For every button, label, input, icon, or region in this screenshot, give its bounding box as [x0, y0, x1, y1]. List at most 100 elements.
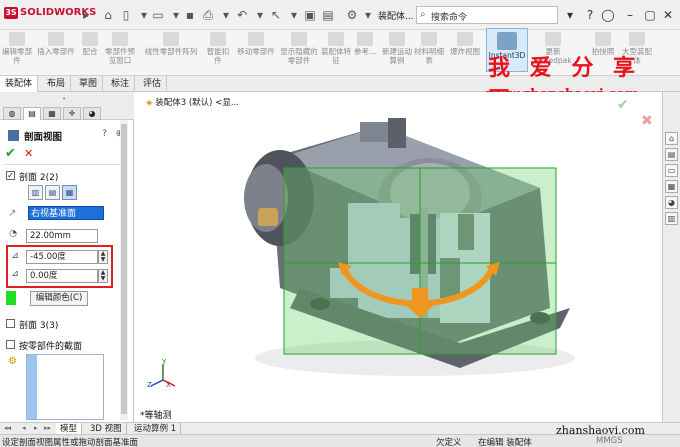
panel-scrollbar[interactable]: [120, 120, 128, 420]
angle-y-spinner[interactable]: ▲ ▼: [98, 269, 108, 283]
tab-evaluate[interactable]: 评估: [138, 76, 168, 92]
config-manager-tab-icon[interactable]: ▦: [43, 107, 61, 120]
ribbon-mate[interactable]: 配合: [80, 32, 100, 56]
motion-study-icon: [389, 32, 405, 46]
select-cursor-icon[interactable]: ↖: [268, 7, 284, 23]
view-palette-icon[interactable]: ▦: [665, 180, 678, 193]
print-icon[interactable]: ⎙: [200, 7, 216, 23]
tab-assembly[interactable]: 装配体: [0, 76, 39, 92]
mate-icon: [82, 32, 98, 46]
save-icon[interactable]: ▪: [182, 7, 198, 23]
ribbon-linear-pattern[interactable]: 线性零部件阵列: [140, 32, 202, 56]
options-gear-icon[interactable]: ⚙: [344, 7, 360, 23]
undo-dropdown-icon[interactable]: ▾: [252, 7, 268, 23]
new-doc-icon[interactable]: ▯: [118, 7, 134, 23]
triad-y-label: Y: [162, 358, 167, 366]
help-icon[interactable]: ?: [99, 129, 110, 140]
ribbon-reference[interactable]: 参考...: [352, 32, 378, 56]
by-component-checkbox[interactable]: [6, 340, 15, 349]
scroll-thumb[interactable]: [121, 124, 127, 414]
component-preview-icon: [112, 32, 128, 46]
tab-markup[interactable]: 标注: [106, 76, 136, 92]
insert-component-icon: [48, 32, 64, 46]
panel-grip-icon[interactable]: •: [62, 95, 66, 103]
ribbon-component-preview[interactable]: 零部件预览窗口: [102, 32, 138, 65]
file-explorer-icon[interactable]: ▭: [665, 164, 678, 177]
restore-button[interactable]: ▢: [642, 7, 658, 23]
speedpak-icon: [545, 32, 561, 46]
angle-y-field[interactable]: 0.00度: [26, 269, 98, 283]
tab-sketch[interactable]: 草图: [74, 76, 104, 92]
assembly-model[interactable]: [240, 118, 580, 380]
ribbon-edit-component[interactable]: 编辑零部件: [2, 32, 32, 65]
cancel-button[interactable]: ✕: [24, 147, 33, 160]
ds-logo-icon: 3S: [4, 7, 18, 19]
home-icon[interactable]: ⌂: [100, 7, 116, 23]
scroll-right-icon[interactable]: ▸▸: [44, 424, 51, 432]
angle-x-field[interactable]: -45.00度: [26, 250, 98, 264]
scroll-prev-icon[interactable]: ◂: [22, 424, 26, 432]
manager-tabs: • ◍ ▤ ▦ ✛ ◕: [0, 92, 134, 120]
ribbon-exploded-view[interactable]: 爆炸视图: [446, 32, 484, 56]
ribbon-bom[interactable]: 材料明细表: [414, 32, 444, 65]
front-plane-button[interactable]: ▥: [28, 185, 43, 200]
ribbon-assembly-features[interactable]: 装配体特征: [320, 32, 352, 65]
section2-checkbox[interactable]: ✓: [6, 171, 15, 180]
offset-distance-field[interactable]: 22.00mm: [26, 229, 98, 243]
rebuild-icon[interactable]: ▣: [302, 7, 318, 23]
search-dropdown-icon[interactable]: ▾: [562, 7, 578, 23]
scroll-next-icon[interactable]: ▸: [34, 424, 38, 432]
ribbon-smart-fasteners[interactable]: 智能扣件: [204, 32, 232, 65]
print-dropdown-icon[interactable]: ▾: [218, 7, 234, 23]
component-list[interactable]: [26, 354, 104, 420]
nav-arrow-icon[interactable]: ▸: [78, 7, 94, 23]
open-folder-icon[interactable]: ▭: [150, 7, 166, 23]
section-plane-field[interactable]: 右视基准面: [28, 206, 104, 220]
bom-icon: [421, 32, 437, 46]
ribbon-move-component[interactable]: 移动零部件: [234, 32, 278, 56]
edit-color-button[interactable]: 编辑颜色(C): [30, 291, 88, 306]
feature-tree-breadcrumb[interactable]: ◈ 装配体3 (默认) <显...: [146, 96, 239, 108]
display-manager-tab-icon[interactable]: ◕: [83, 107, 101, 120]
file-props-icon[interactable]: ▤: [320, 7, 336, 23]
z-axis-icon: [150, 379, 164, 387]
minimize-button[interactable]: –: [622, 7, 638, 23]
move-component-icon: [248, 32, 264, 46]
confirm-corner-cancel-icon[interactable]: ✖: [641, 113, 653, 129]
dimxpert-tab-icon[interactable]: ✛: [63, 107, 81, 120]
angle-x-icon: ⊿: [11, 251, 19, 261]
undo-icon[interactable]: ↶: [234, 7, 250, 23]
ok-button[interactable]: ✔: [5, 146, 16, 161]
assembly-icon: ◈: [146, 98, 156, 108]
property-manager-tab-icon[interactable]: ▤: [23, 107, 41, 120]
section3-header[interactable]: 剖面 3(3) ⌄: [0, 318, 128, 332]
search-input[interactable]: ⌕ 搜索命令: [416, 6, 558, 24]
section3-checkbox[interactable]: [6, 319, 15, 328]
close-button[interactable]: ✕: [660, 7, 676, 23]
options-dropdown-icon[interactable]: ▾: [360, 7, 376, 23]
feature-tree-tab-icon[interactable]: ◍: [3, 107, 21, 120]
design-library-icon[interactable]: ▤: [665, 148, 678, 161]
angle-x-spinner[interactable]: ▲ ▼: [98, 250, 108, 264]
section-view-icon: [8, 130, 19, 141]
help-icon[interactable]: ?: [582, 7, 598, 23]
ribbon-insert-component[interactable]: 插入零部件: [34, 32, 78, 56]
user-icon[interactable]: ◯: [600, 7, 616, 23]
right-plane-button[interactable]: ▦: [62, 185, 77, 200]
appearances-icon[interactable]: ◕: [665, 196, 678, 209]
smart-fasteners-icon: [210, 32, 226, 46]
select-dropdown-icon[interactable]: ▾: [286, 7, 302, 23]
ribbon-show-hidden[interactable]: 显示隐藏的零部件: [280, 32, 318, 65]
by-component-header[interactable]: 按零部件的截面 ⌃: [0, 339, 128, 353]
status-units[interactable]: MMGS: [596, 436, 623, 446]
top-plane-button[interactable]: ▤: [45, 185, 60, 200]
confirm-corner-ok-icon[interactable]: ✔: [617, 97, 629, 113]
scroll-left-icon[interactable]: ◂◂: [4, 424, 11, 432]
tab-layout[interactable]: 布局: [42, 76, 72, 92]
custom-properties-icon[interactable]: ▥: [665, 212, 678, 225]
resources-icon[interactable]: ⌂: [665, 132, 678, 145]
section2-header[interactable]: ✓ 剖面 2(2) ⌃: [0, 170, 128, 184]
instant3d-icon: [497, 32, 517, 50]
select-arrow-icon: ↗: [8, 208, 17, 219]
ribbon-new-motion-study[interactable]: 新建运动算例: [382, 32, 412, 65]
